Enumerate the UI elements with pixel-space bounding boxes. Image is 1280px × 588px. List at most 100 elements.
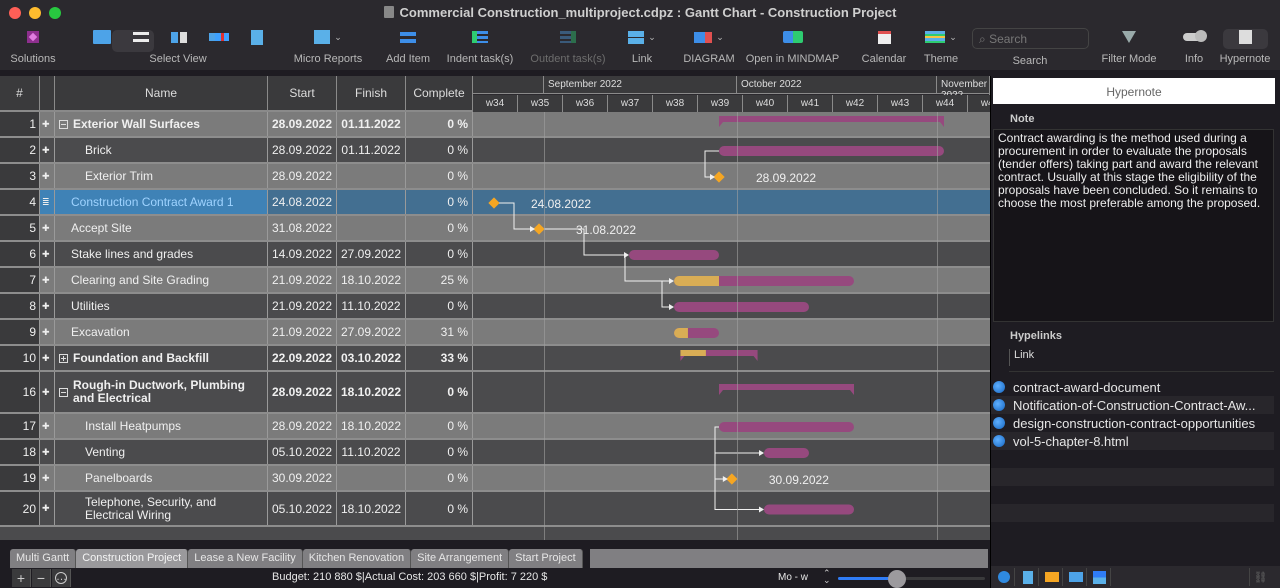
task-complete[interactable]: 0 % (406, 372, 473, 412)
more-options-button[interactable]: … (52, 569, 71, 587)
hyperlink-item[interactable]: contract-award-document (991, 378, 1274, 396)
task-start[interactable]: 05.10.2022 (268, 440, 337, 464)
add-file-link-button[interactable] (1017, 568, 1039, 586)
task-start[interactable]: 28.09.2022 (268, 414, 337, 438)
dependency-line[interactable] (661, 281, 673, 308)
summary-bar-ends[interactable] (680, 356, 758, 361)
task-name[interactable]: Clearing and Site Grading (55, 268, 268, 292)
task-name[interactable]: Utilities (55, 294, 268, 318)
task-name[interactable]: Exterior Trim (55, 164, 268, 188)
task-name[interactable]: Excavation (55, 320, 268, 344)
task-bar[interactable] (719, 146, 944, 156)
row-type-icon[interactable]: ✚ (40, 164, 55, 188)
col-header-start[interactable]: Start (268, 76, 337, 112)
summary-bar[interactable] (719, 116, 944, 122)
link-column-header[interactable]: Link (1009, 349, 1034, 366)
micro-reports-button[interactable]: ⌄ Micro Reports (290, 26, 366, 68)
task-start[interactable]: 31.08.2022 (268, 216, 337, 240)
milestone-marker[interactable] (533, 223, 545, 235)
task-start[interactable]: 30.09.2022 (268, 466, 337, 490)
task-start[interactable]: 14.09.2022 (268, 242, 337, 266)
task-start[interactable]: 05.10.2022 (268, 492, 337, 525)
task-finish[interactable]: 03.10.2022 (337, 346, 406, 370)
summary-bar-ends[interactable] (719, 122, 944, 127)
row-type-icon[interactable]: ✚ (40, 320, 55, 344)
task-start[interactable]: 21.09.2022 (268, 268, 337, 292)
row-type-icon[interactable]: ✚ (40, 294, 55, 318)
task-finish[interactable] (337, 164, 406, 188)
resource-gantt-icon[interactable] (209, 33, 229, 41)
task-complete[interactable]: 33 % (406, 346, 473, 370)
task-complete[interactable]: 25 % (406, 268, 473, 292)
row-type-icon[interactable]: ✚ (40, 440, 55, 464)
hypernote-tab[interactable]: Hypernote (993, 78, 1275, 104)
add-email-link-button[interactable] (1065, 568, 1087, 586)
remove-link-button[interactable]: ⛓ (1249, 568, 1271, 586)
task-complete[interactable]: 0 % (406, 164, 473, 188)
col-header-num[interactable]: # (0, 76, 40, 112)
dependency-arrow[interactable] (759, 506, 764, 513)
expand-icon[interactable] (59, 353, 68, 363)
dependency-arrow[interactable] (530, 226, 535, 232)
note-textarea[interactable]: Contract awarding is the method used dur… (993, 129, 1274, 322)
dependency-arrow[interactable] (669, 304, 674, 310)
task-start[interactable]: 28.09.2022 (268, 138, 337, 162)
dependency-line[interactable] (704, 150, 719, 178)
task-complete[interactable]: 0 % (406, 414, 473, 438)
task-name[interactable]: Brick (55, 138, 268, 162)
task-finish[interactable]: 18.10.2022 (337, 372, 406, 412)
task-finish[interactable]: 18.10.2022 (337, 268, 406, 292)
solutions-button[interactable]: Solutions (8, 26, 58, 68)
hyperlink-item[interactable]: vol-5-chapter-8.html (991, 432, 1274, 450)
search-input[interactable]: ⌕ Search (972, 28, 1089, 49)
task-complete[interactable]: 0 % (406, 294, 473, 318)
filter-mode-button[interactable]: Filter Mode (1098, 26, 1160, 68)
task-bar[interactable] (719, 422, 854, 432)
task-complete[interactable]: 0 % (406, 138, 473, 162)
task-finish[interactable]: 27.09.2022 (337, 242, 406, 266)
task-progress[interactable] (674, 328, 688, 338)
dependency-line[interactable] (499, 202, 534, 230)
task-start[interactable]: 21.09.2022 (268, 294, 337, 318)
row-type-icon[interactable]: ✚ (40, 372, 55, 412)
task-name[interactable]: Exterior Wall Surfaces (55, 112, 268, 136)
task-name[interactable]: Install Heatpumps (55, 414, 268, 438)
task-complete[interactable]: 0 % (406, 440, 473, 464)
calendar-button[interactable]: Calendar (858, 26, 910, 68)
zoom-slider[interactable] (838, 570, 985, 588)
col-header-icon[interactable] (40, 76, 55, 112)
dependency-arrow[interactable] (710, 174, 715, 180)
collapse-icon[interactable] (59, 387, 68, 397)
task-name[interactable]: Stake lines and grades (55, 242, 268, 266)
task-start[interactable]: 21.09.2022 (268, 320, 337, 344)
row-type-icon[interactable]: ✚ (40, 242, 55, 266)
task-name[interactable]: Venting (55, 440, 268, 464)
task-finish[interactable]: 27.09.2022 (337, 320, 406, 344)
task-bar[interactable] (674, 302, 809, 312)
project-tab[interactable]: Start Project (509, 549, 583, 568)
gantt-view-icon[interactable] (133, 32, 149, 42)
info-button[interactable]: Info (1178, 26, 1210, 68)
remove-project-button[interactable]: − (32, 569, 51, 587)
summary-bar-ends[interactable] (719, 390, 854, 395)
link-button[interactable]: ⌄ Link (620, 26, 664, 68)
task-finish[interactable] (337, 466, 406, 490)
task-start[interactable]: 22.09.2022 (268, 346, 337, 370)
add-item-button[interactable]: Add Item (382, 26, 434, 68)
task-finish[interactable] (337, 216, 406, 240)
task-start[interactable]: 28.09.2022 (268, 164, 337, 188)
timescale-stepper[interactable]: ⌃ ⌄ (823, 569, 831, 585)
hypernote-button[interactable]: Hypernote (1216, 26, 1274, 68)
task-complete[interactable]: 0 % (406, 190, 473, 214)
task-finish[interactable]: 18.10.2022 (337, 492, 406, 525)
task-name[interactable]: Panelboards (55, 466, 268, 490)
row-type-icon[interactable]: ≣ (40, 190, 55, 214)
row-type-icon[interactable]: ✚ (40, 216, 55, 240)
hyperlink-item[interactable]: design-construction-contract-opportuniti… (991, 414, 1274, 432)
multi-view-icon[interactable] (93, 30, 111, 44)
indent-button[interactable]: Indent task(s) (443, 26, 517, 68)
row-type-icon[interactable]: ✚ (40, 466, 55, 490)
task-start[interactable]: 28.09.2022 (268, 112, 337, 136)
task-bar[interactable] (629, 250, 719, 260)
hyperlink-item[interactable]: Notification-of-Construction-Contract-Aw… (991, 396, 1274, 414)
